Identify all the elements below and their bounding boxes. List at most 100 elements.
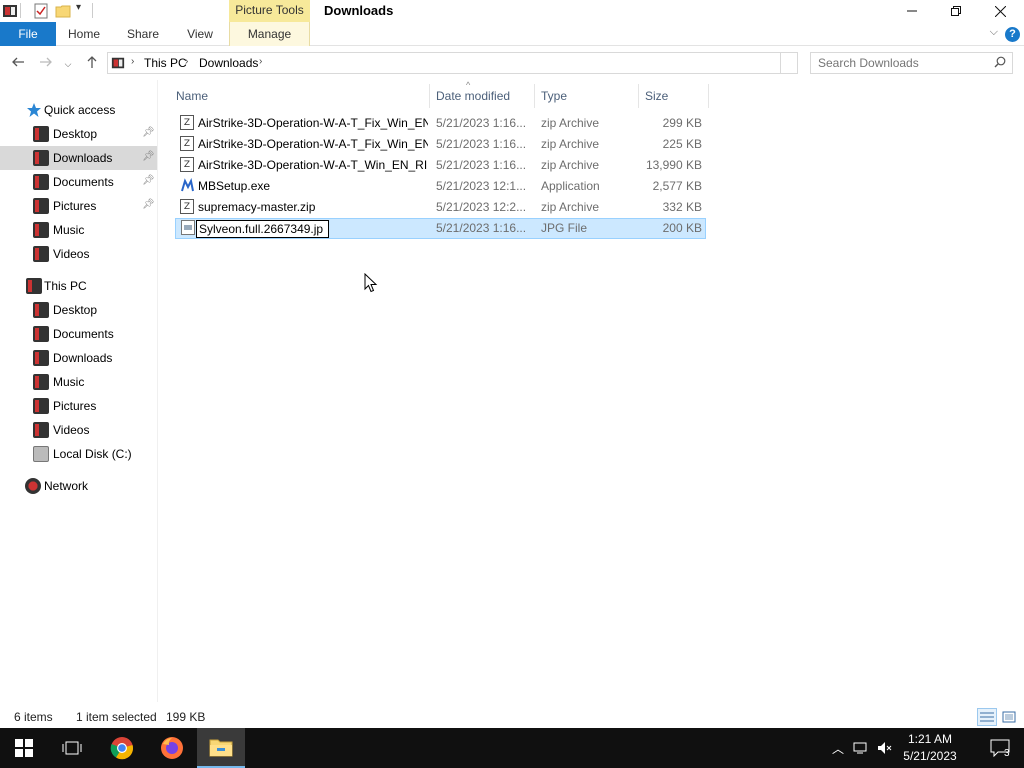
chrome-taskbar-button[interactable] (98, 728, 146, 768)
breadcrumb-separator-icon[interactable]: › (131, 56, 134, 67)
window-title: Downloads (324, 3, 394, 18)
documents-icon (33, 174, 49, 190)
sidebar-item-pc-videos[interactable]: Videos (0, 418, 157, 442)
sidebar-item-pc-music[interactable]: Music (0, 370, 157, 394)
file-size: 299 KB (662, 116, 702, 130)
tab-home[interactable]: Home (60, 22, 108, 46)
pane-splitter[interactable] (157, 80, 158, 702)
nav-network[interactable]: Network (0, 474, 157, 498)
help-button[interactable]: ? (1005, 27, 1020, 42)
column-header-name[interactable]: Name (170, 84, 430, 108)
sidebar-item-pc-documents[interactable]: Documents (0, 322, 157, 346)
network-tray-icon[interactable] (853, 740, 869, 756)
details-view-button[interactable] (977, 708, 997, 726)
file-explorer-taskbar-button[interactable] (197, 728, 245, 768)
file-date: 5/21/2023 1:16... (436, 116, 527, 130)
recent-locations-button[interactable]: ⌵ (61, 54, 75, 74)
expand-ribbon-icon[interactable]: ⌵ (990, 26, 998, 39)
nav-network-label: Network (44, 479, 89, 493)
file-type: Application (541, 179, 600, 193)
address-bar[interactable]: › This PC › Downloads › (107, 52, 781, 74)
breadcrumb-this-pc[interactable]: This PC (144, 56, 187, 70)
tab-manage[interactable]: Manage (229, 22, 310, 46)
close-button[interactable] (977, 0, 1023, 22)
search-box[interactable] (810, 52, 1013, 74)
file-size: 225 KB (662, 137, 702, 151)
tab-share[interactable]: Share (118, 22, 168, 46)
network-icon (25, 478, 41, 494)
back-arrow-icon (12, 57, 24, 67)
rename-input[interactable] (196, 220, 329, 238)
nav-this-pc[interactable]: This PC (0, 274, 157, 298)
minimize-icon (907, 10, 917, 12)
this-pc-icon (111, 57, 125, 69)
sidebar-item-pc-desktop[interactable]: Desktop (0, 298, 157, 322)
pin-icon: 📌︎ (142, 151, 155, 162)
back-button[interactable] (8, 54, 28, 74)
sidebar-item-pc-pictures[interactable]: Pictures (0, 394, 157, 418)
table-row[interactable]: Z AirStrike-3D-Operation-W-A-T_Win_EN_RI… (175, 155, 706, 176)
sidebar-item-label: Desktop (53, 127, 98, 141)
column-header-size[interactable]: Size (639, 84, 709, 108)
file-name: MBSetup.exe (198, 179, 271, 193)
downloads-icon (33, 350, 49, 366)
forward-button[interactable] (36, 54, 56, 74)
windows-logo-icon (15, 739, 33, 757)
table-row[interactable]: MBSetup.exe 5/21/2023 12:1... Applicatio… (175, 176, 706, 197)
tab-view[interactable]: View (178, 22, 222, 46)
sidebar-item-quick-videos[interactable]: Videos (0, 242, 157, 266)
search-input[interactable] (811, 53, 986, 73)
details-view-icon (980, 712, 994, 722)
pin-icon: 📌︎ (142, 175, 155, 186)
sidebar-item-quick-documents[interactable]: Documents 📌︎ (0, 170, 157, 194)
table-row-selected[interactable]: 5/21/2023 1:16... JPG File 200 KB (175, 218, 706, 239)
action-center-button[interactable]: 3 (976, 728, 1024, 768)
breadcrumb-separator-icon[interactable]: › (259, 56, 262, 67)
table-row[interactable]: Z AirStrike-3D-Operation-W-A-T_Fix_Win_E… (175, 134, 706, 155)
breadcrumb-separator-icon[interactable]: › (185, 56, 188, 67)
properties-icon[interactable] (33, 3, 49, 19)
sidebar-item-quick-desktop[interactable]: Desktop 📌︎ (0, 122, 157, 146)
item-count: 6 items (14, 710, 53, 724)
large-icons-view-button[interactable] (999, 708, 1019, 726)
nav-quick-access[interactable]: Quick access (0, 98, 157, 122)
minimize-button[interactable] (889, 0, 935, 22)
clock-date: 5/21/2023 (903, 749, 957, 763)
sidebar-item-label: Videos (53, 247, 90, 261)
navigation-bar: ⌵ › This PC › Downloads › (0, 46, 1024, 80)
music-icon (33, 222, 49, 238)
up-arrow-icon (87, 56, 97, 68)
customize-quick-access-icon[interactable]: ▾ (76, 2, 81, 13)
refresh-button[interactable] (780, 52, 798, 74)
sidebar-item-quick-music[interactable]: Music (0, 218, 157, 242)
sidebar-item-quick-downloads[interactable]: Downloads 📌︎ (0, 146, 157, 170)
new-folder-icon[interactable] (55, 3, 71, 19)
column-header-type[interactable]: Type (535, 84, 639, 108)
firefox-taskbar-button[interactable] (148, 728, 196, 768)
start-button[interactable] (0, 728, 48, 768)
documents-icon (33, 326, 49, 342)
file-size: 2,577 KB (652, 179, 702, 193)
breadcrumb-downloads[interactable]: Downloads (199, 56, 258, 70)
folder-app-icon[interactable] (2, 3, 18, 19)
show-hidden-icons-icon[interactable]: ︿ (830, 740, 846, 756)
desktop-icon (33, 302, 49, 318)
table-row[interactable]: Z AirStrike-3D-Operation-W-A-T_Fix_Win_E… (175, 113, 706, 134)
sidebar-item-pc-downloads[interactable]: Downloads (0, 346, 157, 370)
sidebar-item-label: Music (53, 375, 85, 389)
svg-text:Z: Z (184, 202, 190, 212)
pictures-icon (33, 398, 49, 414)
sidebar-item-label: Local Disk (C:) (53, 447, 132, 461)
column-header-date-modified[interactable]: Date modified (430, 84, 535, 108)
tab-file[interactable]: File (0, 22, 56, 46)
videos-icon (33, 422, 49, 438)
file-size: 332 KB (662, 200, 702, 214)
up-button[interactable] (82, 54, 102, 74)
restore-button[interactable] (933, 0, 979, 22)
sidebar-item-local-disk[interactable]: Local Disk (C:) (0, 442, 157, 466)
table-row[interactable]: Z supremacy-master.zip 5/21/2023 12:2...… (175, 197, 706, 218)
sidebar-item-quick-pictures[interactable]: Pictures 📌︎ (0, 194, 157, 218)
task-view-button[interactable] (48, 728, 96, 768)
music-icon (33, 374, 49, 390)
system-clock[interactable]: 1:21 AM 5/21/2023 (890, 731, 970, 765)
